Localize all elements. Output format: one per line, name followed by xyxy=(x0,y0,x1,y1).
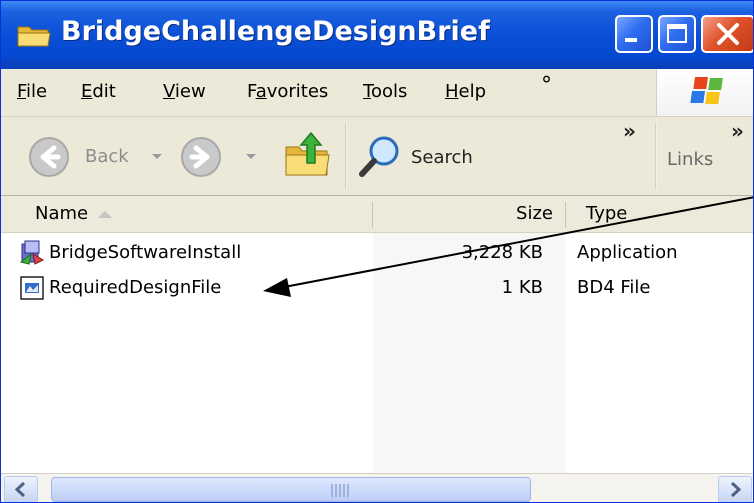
menu-help[interactable]: Help xyxy=(445,81,486,102)
links-label[interactable]: Links xyxy=(667,149,713,170)
windows-logo xyxy=(656,69,753,116)
file-type: BD4 File xyxy=(577,277,651,298)
menu-tools[interactable]: Tools xyxy=(363,81,407,102)
search-button[interactable]: Search xyxy=(357,133,487,181)
maximize-icon xyxy=(667,24,687,43)
forward-button[interactable] xyxy=(179,135,259,179)
file-type: Application xyxy=(577,242,678,263)
back-dropdown-icon[interactable] xyxy=(151,152,163,162)
installer-icon xyxy=(19,240,45,265)
search-label: Search xyxy=(411,147,473,168)
toolbar-overflow-chevron[interactable]: » xyxy=(623,119,636,143)
up-folder-icon xyxy=(285,131,330,176)
horizontal-scrollbar[interactable] xyxy=(1,473,753,502)
menu-bar: File Edit View Favorites Tools Help ° xyxy=(1,69,753,117)
list-item[interactable]: BridgeSoftwareInstall 3,228 KB Applicati… xyxy=(1,238,753,272)
column-header-name[interactable]: Name xyxy=(1,196,371,232)
file-name: RequiredDesignFile xyxy=(49,277,222,298)
windows-flag-icon xyxy=(690,77,723,104)
file-size: 3,228 KB xyxy=(461,242,543,263)
close-icon xyxy=(717,23,739,45)
maximize-button[interactable] xyxy=(658,15,696,53)
back-label: Back xyxy=(85,146,129,167)
minimize-button[interactable] xyxy=(615,15,653,53)
forward-dropdown-icon[interactable] xyxy=(245,152,257,162)
list-item[interactable]: RequiredDesignFile 1 KB BD4 File xyxy=(1,273,753,307)
toolbar-separator xyxy=(345,123,347,189)
scroll-right-button[interactable] xyxy=(718,476,752,502)
scroll-left-button[interactable] xyxy=(4,476,38,502)
search-icon xyxy=(359,136,399,177)
column-header-type[interactable]: Type xyxy=(566,196,753,232)
window-title: BridgeChallengeDesignBrief xyxy=(61,16,490,47)
explorer-window: BridgeChallengeDesignBrief File Edit Vie… xyxy=(0,0,754,503)
column-header-bar: Name Size Type xyxy=(1,196,753,234)
column-header-size[interactable]: Size xyxy=(373,196,565,232)
forward-arrow-icon xyxy=(181,137,221,177)
up-folder-button[interactable] xyxy=(283,129,333,181)
title-bar[interactable]: BridgeChallengeDesignBrief xyxy=(1,1,753,69)
scroll-thumb[interactable] xyxy=(51,477,531,502)
links-overflow-chevron[interactable]: » xyxy=(731,119,744,143)
menu-dot: ° xyxy=(541,73,552,98)
sort-ascending-icon xyxy=(98,211,112,218)
menu-edit[interactable]: Edit xyxy=(81,81,116,102)
file-size: 1 KB xyxy=(501,277,543,298)
menu-file[interactable]: File xyxy=(17,81,47,102)
links-separator xyxy=(655,123,657,189)
chevron-left-icon xyxy=(14,481,26,498)
grip-icon xyxy=(331,484,351,497)
back-button[interactable]: Back xyxy=(27,135,177,179)
folder-icon xyxy=(17,26,51,47)
back-arrow-icon xyxy=(29,137,69,177)
file-name: BridgeSoftwareInstall xyxy=(49,242,242,263)
bd4-file-icon xyxy=(20,276,44,300)
minimize-icon xyxy=(625,38,637,42)
menu-view[interactable]: View xyxy=(163,81,206,102)
chevron-right-icon xyxy=(730,481,742,498)
menu-favorites[interactable]: Favorites xyxy=(247,81,328,102)
close-button[interactable] xyxy=(701,15,753,53)
